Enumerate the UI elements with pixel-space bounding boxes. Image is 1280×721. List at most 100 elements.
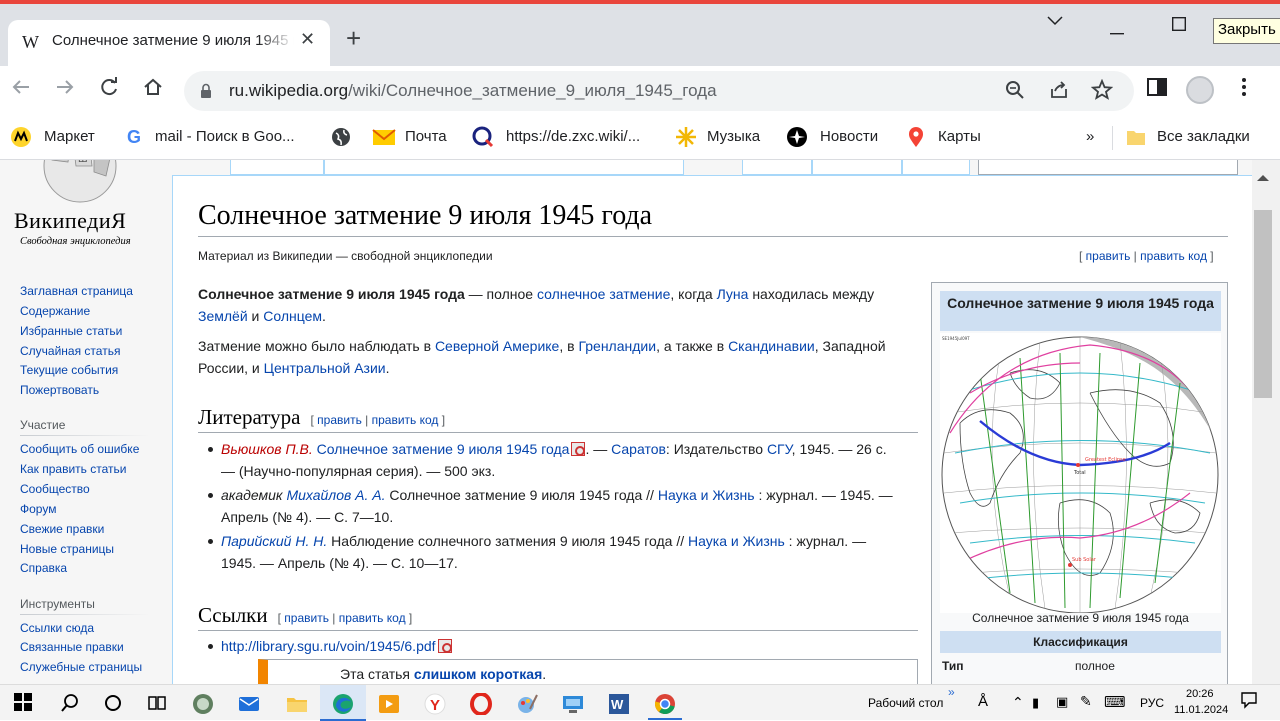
sidebar-item-featured[interactable]: Избранные статьи	[20, 324, 122, 338]
bookmark-music[interactable]: Музыка	[707, 128, 760, 145]
home-icon[interactable]	[142, 76, 164, 104]
zoom-icon[interactable]	[1004, 79, 1026, 107]
search-icon[interactable]	[60, 693, 80, 713]
edit-link[interactable]: править	[1086, 249, 1131, 263]
sidebar-item-what-links-here[interactable]: Ссылки сюда	[20, 621, 94, 635]
bookmark-star-icon[interactable]	[1090, 78, 1114, 107]
tab-edit[interactable]	[812, 160, 902, 175]
link-author-pariysky[interactable]: Парийский Н. Н.	[221, 533, 327, 549]
bookmark-google-mail[interactable]: mail - Поиск в Goo...	[155, 128, 295, 145]
sidebar-item-help[interactable]: Справка	[20, 561, 67, 575]
link-nauka-i-zhizn[interactable]: Наука и Жизнь	[688, 533, 785, 549]
chrome-browser-icon[interactable]	[654, 693, 675, 715]
edit-source-link[interactable]: править код	[339, 611, 406, 625]
pen-icon[interactable]: ✎	[1080, 693, 1092, 710]
bookmarks-overflow-chevron-icon[interactable]: »	[1086, 128, 1094, 145]
google-icon[interactable]: G	[124, 126, 146, 148]
url-text[interactable]: ru.wikipedia.org/wiki/Солнечное_затмение…	[229, 81, 717, 101]
sidebar-item-community[interactable]: Сообщество	[20, 482, 90, 496]
edit-link[interactable]: править	[284, 611, 329, 625]
link-saratov[interactable]: Саратов	[611, 441, 666, 457]
tab-close-icon[interactable]: ✕	[300, 29, 315, 50]
forward-arrow-icon[interactable]	[54, 76, 76, 104]
link-sun[interactable]: Солнцем	[263, 308, 322, 324]
reload-icon[interactable]	[98, 76, 120, 104]
opera-browser-icon[interactable]	[470, 692, 492, 716]
task-view-icon[interactable]	[147, 693, 167, 713]
tab-article[interactable]	[230, 160, 324, 175]
clock-time[interactable]: 20:26	[1186, 688, 1214, 700]
side-panel-icon[interactable]	[1146, 76, 1168, 104]
link-book-pdf[interactable]: Солнечное затмение 9 июля 1945 года	[317, 441, 570, 457]
link-nauka-i-zhizn[interactable]: Наука и Жизнь	[658, 487, 755, 503]
globe-icon[interactable]	[330, 126, 352, 148]
tab-search-chevron-down-icon[interactable]	[1046, 14, 1064, 32]
link-north-america[interactable]: Северной Америке	[435, 338, 559, 354]
wikipedia-globe-logo-icon[interactable]: Ш	[30, 160, 130, 212]
tab-discussion[interactable]	[324, 160, 684, 175]
yandex-market-icon[interactable]	[10, 126, 32, 148]
sidebar-item-special-pages[interactable]: Служебные страницы	[20, 660, 142, 674]
bookmark-market[interactable]: Маркет	[44, 128, 95, 145]
site-icon[interactable]	[472, 126, 494, 148]
link-external-pdf[interactable]: http://library.sgu.ru/voin/1945/6.pdf	[221, 638, 436, 654]
network-icon[interactable]: ▣	[1056, 694, 1068, 710]
notifications-icon[interactable]	[1240, 691, 1258, 712]
edit-source-link[interactable]: править код	[1140, 249, 1207, 263]
tab-read[interactable]	[742, 160, 812, 175]
mail-icon[interactable]	[372, 126, 396, 148]
link-moon[interactable]: Луна	[717, 286, 749, 302]
wikipedia-wordmark[interactable]: ВикипедиЯ	[14, 208, 126, 234]
sidebar-item-main-page[interactable]: Заглавная страница	[20, 284, 133, 298]
lock-icon[interactable]	[200, 83, 212, 99]
sidebar-item-report-error[interactable]: Сообщить об ошибке	[20, 442, 139, 456]
yandex-browser-icon[interactable]: Y	[424, 693, 446, 715]
remote-desktop-icon[interactable]	[562, 693, 583, 713]
toolbar-overflow-chevron-icon[interactable]: »	[948, 685, 955, 699]
bookmark-news[interactable]: Новости	[820, 128, 878, 145]
clock-date[interactable]: 11.01.2024	[1174, 704, 1228, 716]
people-icon[interactable]: Å	[978, 693, 988, 710]
maps-icon[interactable]	[906, 126, 928, 148]
eclipse-map-image[interactable]: SE1945Jul09T Greatest Eclipse Total Sub …	[940, 333, 1221, 614]
page-scrollbar[interactable]	[1252, 160, 1280, 684]
link-greenland[interactable]: Гренландии	[578, 338, 656, 354]
link-earth[interactable]: Землёй	[198, 308, 248, 324]
tab-active[interactable]: W Солнечное затмение 9 июля 1945 года ✕	[8, 20, 330, 66]
scrollbar-thumb[interactable]	[1254, 210, 1272, 398]
desktop-toolbar-label[interactable]: Рабочий стол	[868, 696, 943, 710]
minimize-icon[interactable]	[1110, 22, 1124, 40]
link-solar-eclipse[interactable]: солнечное затмение	[537, 286, 670, 302]
battery-icon[interactable]: ▮	[1032, 695, 1039, 711]
link-scandinavia[interactable]: Скандинавии	[728, 338, 815, 354]
back-arrow-icon[interactable]	[10, 76, 32, 104]
scroll-up-arrow-icon[interactable]	[1256, 170, 1270, 188]
link-sgu[interactable]: СГУ	[767, 441, 792, 457]
mail-app-icon[interactable]	[238, 693, 259, 713]
tray-expand-chevron-icon[interactable]: ⌃	[1012, 694, 1024, 711]
news-icon[interactable]	[786, 126, 808, 148]
app-icon-generic[interactable]	[192, 693, 213, 714]
media-player-icon[interactable]	[378, 693, 399, 713]
cortana-icon[interactable]	[103, 693, 123, 713]
address-bar[interactable]: ru.wikipedia.org/wiki/Солнечное_затмение…	[184, 71, 1134, 111]
sidebar-item-recent-changes[interactable]: Свежие правки	[20, 522, 104, 536]
word-app-icon[interactable]: W	[608, 693, 629, 714]
sidebar-item-random[interactable]: Случайная статья	[20, 344, 120, 358]
sidebar-item-donate[interactable]: Пожертвовать	[20, 383, 99, 397]
sidebar-item-new-pages[interactable]: Новые страницы	[20, 542, 114, 556]
wiki-search-input[interactable]	[978, 160, 1238, 175]
paint-app-icon[interactable]	[516, 693, 538, 713]
menu-kebab-icon[interactable]	[1236, 76, 1252, 104]
language-indicator[interactable]: РУС	[1140, 696, 1164, 710]
keyboard-icon[interactable]: ⌨	[1104, 693, 1126, 711]
edge-browser-icon[interactable]	[332, 693, 353, 714]
link-stub[interactable]: слишком короткая	[414, 666, 542, 682]
windows-start-icon[interactable]	[14, 693, 34, 713]
music-icon[interactable]	[674, 126, 696, 148]
sidebar-item-related-changes[interactable]: Связанные правки	[20, 640, 124, 654]
sidebar-item-contents[interactable]: Содержание	[20, 304, 90, 318]
link-author-mikhailov[interactable]: Михайлов А. А.	[286, 487, 385, 503]
sidebar-item-how-to-edit[interactable]: Как править статьи	[20, 462, 126, 476]
share-icon[interactable]	[1048, 79, 1070, 107]
